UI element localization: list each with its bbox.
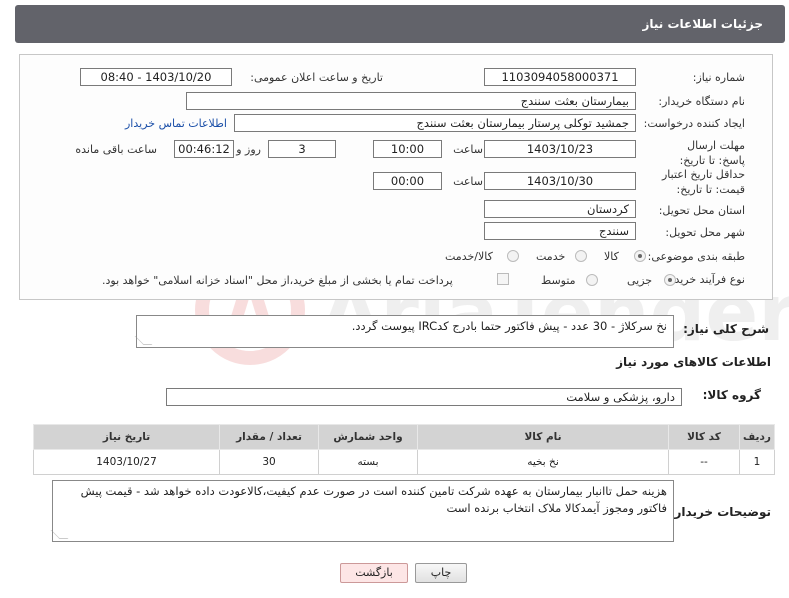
buyer-notes-text: هزینه حمل تاانبار بیمارستان به عهده شرکت… [80, 484, 667, 515]
page-title: جزئیات اطلاعات نیاز [642, 17, 763, 31]
resize-grip-icon [134, 336, 153, 345]
reply-time-label: ساعت [453, 143, 483, 156]
buyer-org-label: نام دستگاه خریدار: [658, 95, 745, 108]
need-number-label: شماره نیاز: [692, 71, 745, 84]
validity-time-label: ساعت [453, 175, 483, 188]
col-code: کد کالا [668, 424, 740, 450]
remaining-time-field: 00:46:12 [174, 140, 234, 158]
summary-label: شرح کلی نیاز: [683, 322, 769, 336]
col-name: نام کالا [417, 424, 669, 450]
category-radio-both[interactable] [507, 250, 519, 262]
process-option-medium: متوسط [541, 274, 576, 287]
col-unit: واحد شمارش [318, 424, 418, 450]
validity-label: حداقل تاریخ اعتبار قیمت: تا تاریخ: [661, 168, 745, 196]
col-qty: تعداد / مقدار [219, 424, 319, 450]
back-button[interactable]: بازگشت [340, 563, 408, 583]
category-label: طبقه بندی موضوعی: [647, 250, 745, 263]
buyer-notes-textarea[interactable]: هزینه حمل تاانبار بیمارستان به عهده شرکت… [50, 480, 674, 542]
payment-note: پرداخت تمام یا بخشی از مبلغ خرید،از محل … [102, 274, 453, 287]
process-label: نوع فرآیند خرید : [667, 273, 745, 286]
validity-date-field: 1403/10/30 [484, 172, 636, 190]
need-number-field: 1103094058000371 [484, 68, 636, 86]
cell-code: -- [668, 449, 740, 475]
goods-table: ردیف کد کالا نام کالا واحد شمارش تعداد /… [33, 424, 775, 475]
creator-field: جمشید توکلی پرستار بیمارستان بعثت سنندج [234, 114, 636, 132]
days-field: 3 [268, 140, 336, 158]
summary-textarea[interactable]: نخ سرکلاژ - 30 عدد - پیش فاکتور حتما باد… [134, 315, 674, 348]
cell-qty: 30 [219, 449, 319, 475]
province-field: کردستان [484, 200, 636, 218]
print-button[interactable]: چاپ [415, 563, 467, 583]
category-radio-service[interactable] [575, 250, 587, 262]
reply-date-field: 1403/10/23 [484, 140, 636, 158]
goods-group-label: گروه کالا: [702, 388, 761, 402]
contact-info-link[interactable]: اطلاعات تماس خریدار [125, 117, 227, 130]
days-label: روز و [236, 143, 261, 156]
remaining-label: ساعت باقی مانده [75, 143, 157, 156]
goods-table-header: ردیف کد کالا نام کالا واحد شمارش تعداد /… [33, 424, 775, 450]
announce-label: تاریخ و ساعت اعلان عمومی: [250, 71, 383, 84]
buyer-org-field: بیمارستان بعثت سنندج [186, 92, 636, 110]
cell-row: 1 [739, 449, 775, 475]
goods-section-title: اطلاعات کالاهای مورد نیاز [616, 355, 771, 369]
col-row: ردیف [739, 424, 775, 450]
province-label: استان محل تحویل: [658, 204, 745, 217]
process-radio-medium[interactable] [586, 274, 598, 286]
category-option-both: کالا/خدمت [445, 250, 493, 263]
validity-time-field: 00:00 [373, 172, 442, 190]
page-header: جزئیات اطلاعات نیاز [15, 5, 785, 43]
summary-text: نخ سرکلاژ - 30 عدد - پیش فاکتور حتما باد… [351, 319, 667, 333]
category-option-service: خدمت [536, 250, 566, 263]
category-option-goods: کالا [604, 250, 619, 263]
announce-field: 1403/10/20 - 08:40 [80, 68, 232, 86]
cell-date: 1403/10/27 [33, 449, 220, 475]
resize-grip-icon [50, 530, 69, 539]
reply-deadline-label: مهلت ارسال پاسخ: تا تاریخ: [679, 139, 745, 167]
category-radio-goods[interactable] [634, 250, 646, 262]
goods-group-field: دارو، پزشکی و سلامت [166, 388, 682, 406]
reply-time-field: 10:00 [373, 140, 442, 158]
table-row: 1 -- نخ بخیه بسته 30 1403/10/27 [33, 449, 775, 475]
city-field: سنندج [484, 222, 636, 240]
treasury-checkbox[interactable] [497, 273, 509, 285]
buyer-notes-label: توضیحات خریدار: [669, 505, 771, 519]
creator-label: ایجاد کننده درخواست: [643, 117, 745, 130]
city-label: شهر محل تحویل: [665, 226, 745, 239]
cell-name: نخ بخیه [417, 449, 669, 475]
process-option-minor: جزیی [627, 274, 653, 287]
cell-unit: بسته [318, 449, 418, 475]
col-date: تاریخ نیاز [33, 424, 220, 450]
process-radio-minor[interactable] [664, 274, 676, 286]
